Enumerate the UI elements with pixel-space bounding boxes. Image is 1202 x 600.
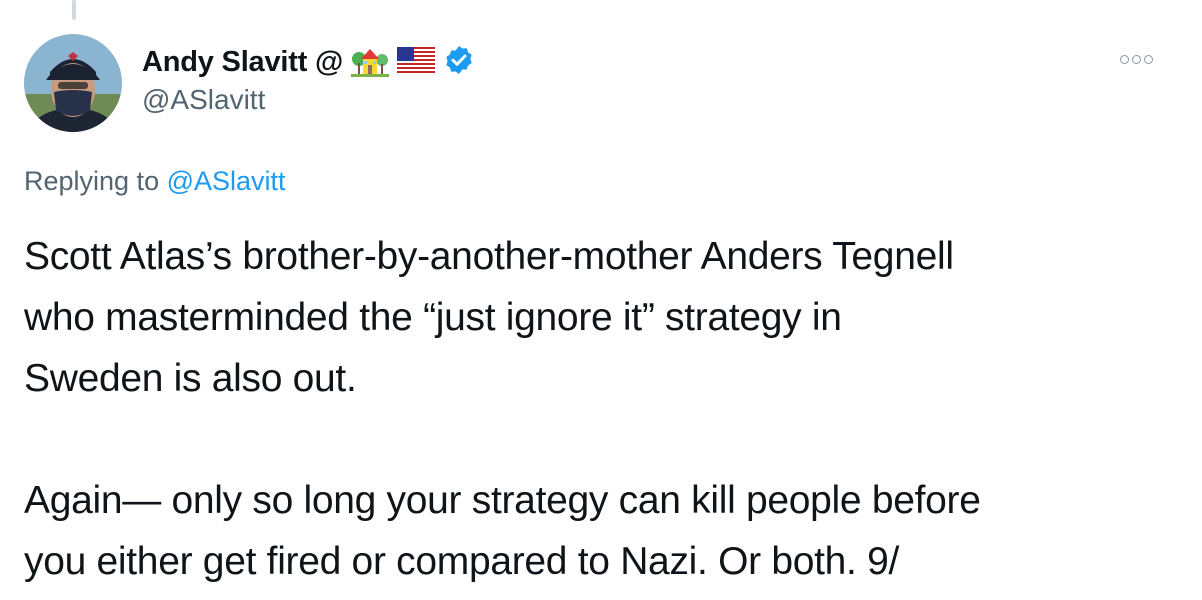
author-name[interactable]: Andy Slavitt @ [142,46,343,79]
tweet-header: Andy Slavitt @ @ASlavitt [142,42,475,116]
tweet-text: Scott Atlas’s brother-by-another-mother … [24,235,981,583]
us-flag-icon [396,46,436,78]
house-with-garden-icon [351,43,390,82]
thread-connector-line [72,0,76,20]
more-options-dot [1120,55,1129,64]
replying-to-handle-link[interactable]: @ASlavitt [167,166,286,196]
more-options-dot [1132,55,1141,64]
more-options-icon[interactable] [1120,55,1153,64]
avatar[interactable] [24,34,122,132]
verified-badge-icon [443,44,475,81]
author-name-row: Andy Slavitt @ [142,42,475,82]
replying-to-label: Replying to [24,166,167,196]
author-handle[interactable]: @ASlavitt [142,84,475,116]
avatar-photo [24,34,122,132]
more-options-dot [1144,55,1153,64]
replying-to-line: Replying to @ASlavitt [24,166,286,197]
